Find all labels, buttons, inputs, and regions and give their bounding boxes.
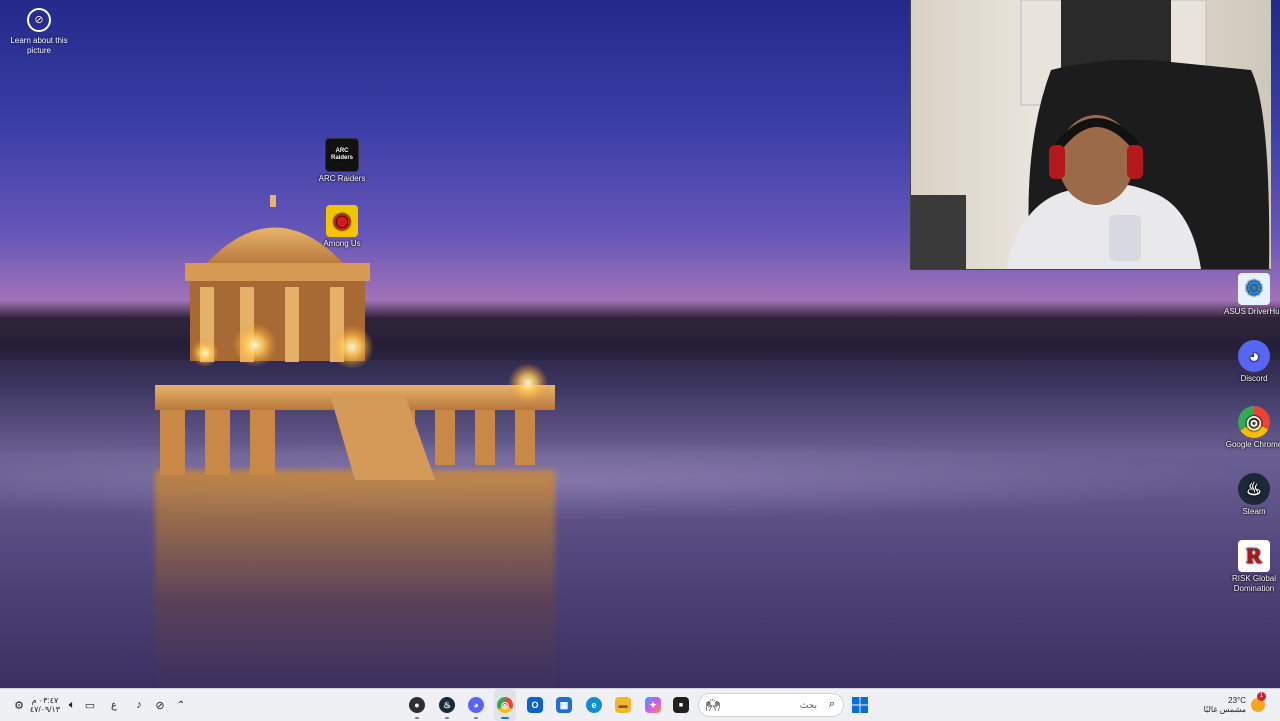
obs-icon: ●	[409, 697, 425, 713]
desktop-icon-label: Among Us	[323, 239, 361, 248]
settings-tray-icon[interactable]: ⚙	[10, 689, 28, 721]
desktop-wallpaper: ⊘ Learn about this picture ARC Raiders A…	[0, 0, 1280, 688]
windows-logo-icon	[852, 697, 868, 713]
show-hidden-icons-chevron-up-icon[interactable]: ⌃	[173, 689, 189, 721]
chrome-icon: ◎	[1238, 406, 1270, 438]
clock[interactable]: ٠٣:٤٧ م ٤٧/٠٩/١٣	[28, 689, 62, 721]
discord-icon: ◕	[1238, 340, 1270, 372]
taskbar-app-file-explorer[interactable]: ▬	[612, 689, 634, 721]
webcam-overlay	[910, 0, 1271, 270]
taskbar-app-outlook[interactable]: O	[524, 689, 546, 721]
clock-time: ٠٣:٤٧ م	[31, 696, 59, 705]
arc-raiders-icon: ARC Raiders	[325, 138, 359, 172]
chrome-icon: ◎	[497, 697, 513, 713]
learn-about-picture-label: Learn about this picture	[10, 36, 68, 55]
desktop-icon-label: Discord	[1240, 374, 1268, 383]
taskbar-app-terminal[interactable]: ■	[670, 689, 692, 721]
microphone-icon[interactable]: ♪	[131, 689, 147, 721]
asus-driverhub-icon: ⚙	[1238, 273, 1270, 305]
weather-temperature: 23°C	[1228, 696, 1246, 705]
taskbar-app-discord[interactable]: ◕	[465, 689, 487, 721]
taskbar-app-store[interactable]: ▦	[553, 689, 575, 721]
display-icon[interactable]: ▭	[82, 689, 98, 721]
taskbar: ⚙ ٠٣:٤٧ م ٤٧/٠٩/١٣ 🔈︎ ▭ ع ♪ ⊘ ⌃ ● ♨ ◕ ◎ …	[0, 688, 1280, 721]
steam-icon: ♨	[1238, 473, 1270, 505]
desktop-icon-asus-driverhub[interactable]: ⚙ ASUS DriverHub	[1224, 273, 1280, 317]
desktop-icon-steam[interactable]: ♨ Steam	[1224, 473, 1280, 517]
taskbar-search-box[interactable]: 🙌︎ بحث ⌕	[698, 693, 844, 717]
desktop-icon-label: Google Chrome	[1225, 440, 1280, 449]
copilot-icon: ✦	[645, 697, 661, 713]
desktop-icon-arc-raiders[interactable]: ARC Raiders ARC Raiders	[312, 138, 372, 184]
desktop-icon-google-chrome[interactable]: ◎ Google Chrome	[1224, 406, 1280, 450]
webcam-feed	[911, 0, 1270, 269]
weather-description: مشمس غالبًا	[1203, 705, 1246, 714]
edge-icon: e	[586, 697, 602, 713]
learn-about-picture-button[interactable]: ⊘ Learn about this picture	[8, 8, 70, 56]
taskbar-app-edge[interactable]: e	[583, 689, 605, 721]
taskbar-app-chrome[interactable]: ◎	[494, 689, 516, 721]
weather-sun-icon[interactable]: 1	[1248, 689, 1268, 721]
taskbar-app-steam[interactable]: ♨	[436, 689, 458, 721]
volume-icon[interactable]: 🔈︎	[64, 689, 80, 721]
search-highlight-icon: 🙌︎	[705, 698, 721, 712]
store-icon: ▦	[556, 697, 572, 713]
weather-widget[interactable]: 23°C مشمس غالبًا	[1196, 689, 1246, 721]
desktop-icon-discord[interactable]: ◕ Discord	[1224, 340, 1280, 384]
desktop-icon-among-us[interactable]: ◉ Among Us	[312, 205, 372, 249]
language-indicator[interactable]: ع	[106, 689, 122, 721]
taskbar-app-copilot[interactable]: ✦	[642, 689, 664, 721]
network-off-icon[interactable]: ⊘	[151, 689, 169, 721]
start-button[interactable]	[848, 689, 872, 721]
discord-icon: ◕	[468, 697, 484, 713]
among-us-icon: ◉	[326, 205, 358, 237]
search-icon: ⌕	[828, 698, 835, 710]
camera-icon: ⊘	[27, 8, 51, 32]
desktop-icon-label: Steam	[1242, 507, 1266, 516]
risk-icon: R	[1238, 540, 1270, 572]
folder-icon: ▬	[615, 697, 631, 713]
terminal-icon: ■	[673, 697, 689, 713]
steam-icon: ♨	[439, 697, 455, 713]
desktop-icon-label: ARC Raiders	[318, 174, 366, 183]
wallpaper-reflection	[155, 470, 555, 688]
outlook-icon: O	[527, 697, 543, 713]
desktop-icon-label: ASUS DriverHub	[1224, 307, 1280, 316]
clock-date: ٤٧/٠٩/١٣	[29, 705, 61, 714]
search-placeholder: بحث	[799, 700, 817, 710]
desktop-icon-risk[interactable]: R RISK Global Domination	[1224, 540, 1280, 594]
notification-badge: 1	[1257, 692, 1266, 701]
taskbar-app-obs[interactable]: ●	[406, 689, 428, 721]
desktop-icon-label: RISK Global Domination	[1231, 574, 1277, 593]
